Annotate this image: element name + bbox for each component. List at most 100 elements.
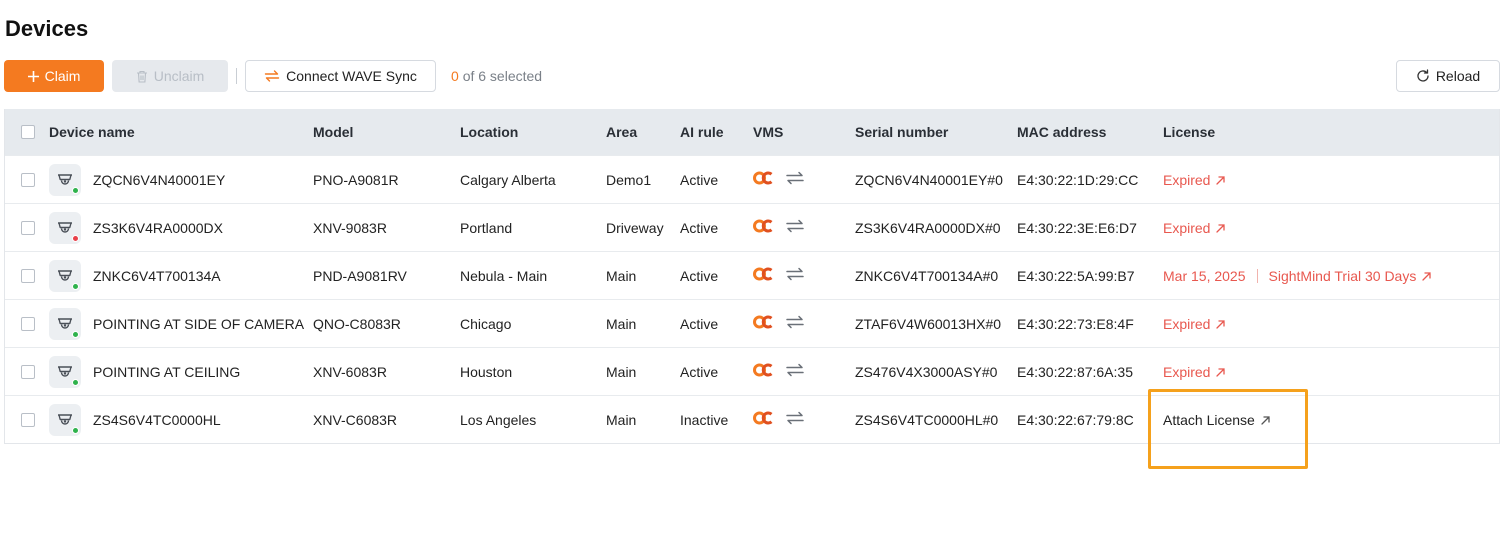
vms-logo-icon (753, 219, 775, 236)
selected-count: 0 (451, 68, 459, 84)
camera-icon (49, 403, 81, 436)
license-link[interactable]: Mar 15, 2025 SightMind Trial 30 Days (1163, 268, 1431, 284)
attach-license-link[interactable]: Attach License (1163, 412, 1270, 428)
reload-button[interactable]: Reload (1396, 60, 1500, 92)
device-location: Houston (460, 363, 513, 380)
header-serial-number[interactable]: Serial number (855, 109, 948, 155)
page-title: Devices (5, 16, 89, 41)
device-mac: E4:30:22:87:6A:35 (1017, 363, 1133, 380)
device-area: Main (606, 363, 637, 380)
device-ai-rule: Active (680, 267, 719, 284)
device-ai-rule: Active (680, 315, 719, 332)
devices-table: Device name Model Location Area AI rule … (4, 109, 1500, 444)
license-link[interactable]: Expired (1163, 315, 1226, 332)
connect-wave-sync-button[interactable]: Connect WAVE Sync (245, 60, 436, 92)
sync-icon (785, 219, 805, 236)
device-model: XNV-6083R (313, 363, 387, 380)
row-checkbox[interactable] (21, 364, 35, 379)
device-serial: ZS3K6V4RA0000DX#0 (855, 219, 1001, 236)
selected-suffix: of 6 selected (462, 68, 543, 84)
table-row[interactable]: ZNKC6V4T700134A PND-A9081RV Nebula - Main M… (5, 251, 1499, 299)
camera-icon (49, 307, 81, 340)
claim-button[interactable]: Claim (4, 60, 104, 92)
external-link-icon (1216, 220, 1226, 236)
header-location[interactable]: Location (460, 109, 518, 155)
camera-icon (49, 259, 81, 292)
external-link-icon (1422, 268, 1431, 284)
header-license[interactable]: License (1163, 109, 1215, 155)
device-name[interactable]: ZS3K6V4RA0000DX (93, 220, 223, 236)
row-checkbox[interactable] (21, 220, 35, 235)
table-header: Device name Model Location Area AI rule … (5, 109, 1499, 155)
select-all-checkbox[interactable] (21, 125, 35, 139)
license-status: Expired (1163, 315, 1211, 332)
sync-icon (785, 315, 805, 332)
device-mac: E4:30:22:67:79:8C (1017, 411, 1134, 428)
unclaim-button[interactable]: Unclaim (112, 60, 228, 92)
device-name[interactable]: ZNKC6V4T700134A (93, 268, 221, 284)
row-checkbox[interactable] (21, 316, 35, 331)
device-model: PND-A9081RV (313, 267, 407, 284)
device-area: Main (606, 411, 637, 428)
header-model[interactable]: Model (313, 109, 353, 155)
sync-icon (785, 171, 805, 188)
toolbar-divider (236, 68, 237, 84)
header-vms[interactable]: VMS (753, 109, 783, 155)
device-location: Calgary Alberta (460, 171, 556, 188)
header-ai-rule[interactable]: AI rule (680, 109, 724, 155)
device-area: Main (606, 315, 637, 332)
external-link-icon (1216, 316, 1226, 332)
vms-logo-icon (753, 171, 775, 188)
device-mac: E4:30:22:3E:E6:D7 (1017, 219, 1137, 236)
device-serial: ZNKC6V4T700134A#0 (855, 267, 999, 284)
header-device-name[interactable]: Device name (49, 109, 135, 155)
device-mac: E4:30:22:5A:99:B7 (1017, 267, 1135, 284)
license-date: Mar 15, 2025 (1163, 267, 1246, 284)
claim-label: Claim (44, 68, 81, 84)
toolbar: Claim Unclaim Connect WAVE Sync 0 of 6 s… (4, 60, 1500, 92)
license-status: Expired (1163, 171, 1211, 188)
external-link-icon (1261, 412, 1270, 428)
device-ai-rule: Inactive (680, 411, 729, 428)
table-body: ZQCN6V4N40001EY PNO-A9081R Calgary Alberta… (5, 155, 1499, 443)
external-link-icon (1216, 364, 1226, 380)
device-area: Demo1 (606, 171, 652, 188)
table-row[interactable]: POINTING AT CEILING XNV-6083R Houston Main A… (5, 347, 1499, 395)
camera-icon (49, 211, 81, 244)
device-location: Chicago (460, 315, 512, 332)
device-location: Nebula - Main (460, 267, 548, 284)
header-area[interactable]: Area (606, 109, 637, 155)
license-status: Attach License (1163, 411, 1255, 428)
header-mac-address[interactable]: MAC address (1017, 109, 1106, 155)
table-row[interactable]: ZS4S6V4TC0000HL XNV-C6083R Los Angeles Main… (5, 395, 1499, 443)
device-name[interactable]: ZQCN6V4N40001EY (93, 172, 225, 188)
row-checkbox[interactable] (21, 412, 35, 427)
license-link[interactable]: Expired (1163, 220, 1226, 236)
license-link[interactable]: Expired (1163, 363, 1226, 380)
device-serial: ZS4S6V4TC0000HL#0 (855, 411, 999, 428)
device-model: XNV-9083R (313, 219, 387, 236)
table-row[interactable]: ZQCN6V4N40001EY PNO-A9081R Calgary Alberta… (5, 155, 1499, 203)
license-link[interactable]: Expired (1163, 171, 1226, 188)
vms-logo-icon (753, 411, 775, 428)
device-name[interactable]: ZS4S6V4TC0000HL (93, 412, 221, 428)
device-mac: E4:30:22:1D:29:CC (1017, 171, 1139, 188)
device-model: PNO-A9081R (313, 171, 399, 188)
sync-icon (785, 411, 805, 428)
reload-icon (1417, 69, 1429, 82)
status-dot (72, 282, 79, 290)
device-name[interactable]: POINTING AT SIDE OF CAMERA (93, 316, 304, 332)
device-location: Portland (460, 219, 513, 236)
camera-icon (49, 355, 81, 388)
table-row[interactable]: ZS3K6V4RA0000DX XNV-9083R Portland Driveway… (5, 203, 1499, 251)
device-area: Driveway (606, 219, 664, 236)
license-status: Expired (1163, 363, 1211, 380)
sync-icon (785, 363, 805, 380)
trash-icon (136, 70, 147, 83)
device-serial: ZTAF6V4W60013HX#0 (855, 315, 1002, 332)
row-checkbox[interactable] (21, 172, 35, 187)
device-location: Los Angeles (460, 411, 537, 428)
table-row[interactable]: POINTING AT SIDE OF CAMERA QNO-C8083R Chic… (5, 299, 1499, 347)
row-checkbox[interactable] (21, 268, 35, 283)
device-name[interactable]: POINTING AT CEILING (93, 364, 240, 380)
